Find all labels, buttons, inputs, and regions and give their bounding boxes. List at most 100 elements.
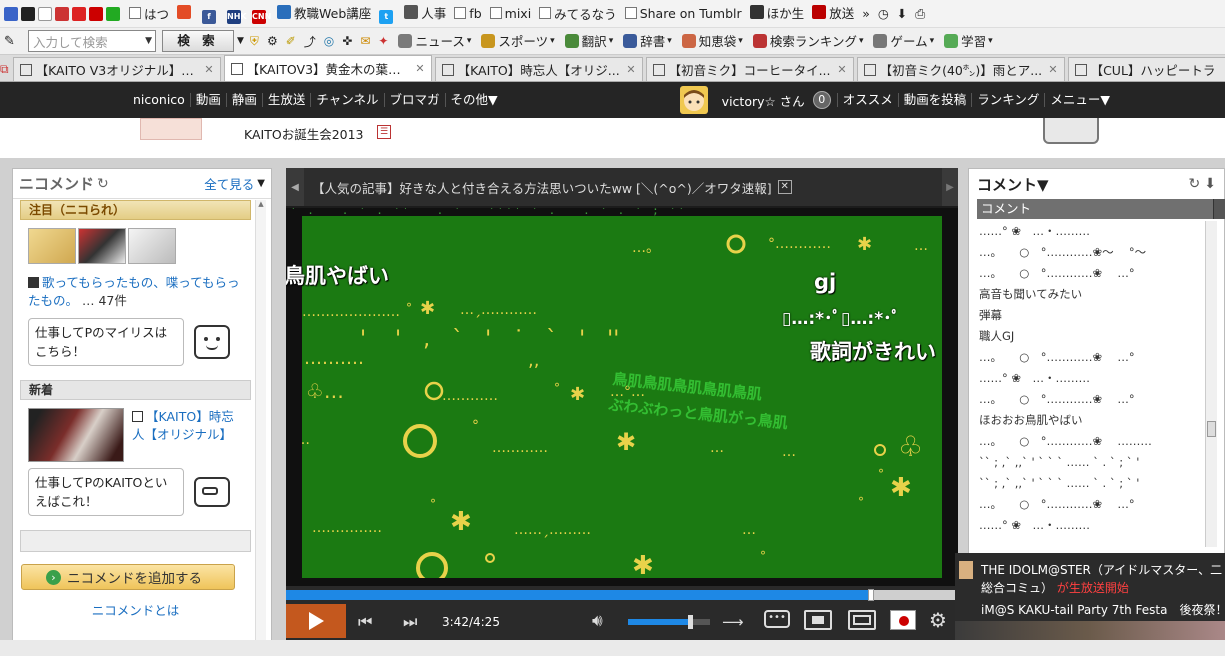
toolbar-icon[interactable]: ✜ (342, 34, 352, 48)
chevron-down-icon[interactable]: ▾ (988, 36, 993, 46)
video-thumbnail[interactable] (78, 228, 126, 264)
fullscreen-icon[interactable] (848, 610, 876, 630)
toolbar-icon[interactable]: ⤴ (304, 33, 316, 50)
toolbar-dropdown-icon[interactable]: ▼ (237, 36, 244, 46)
close-tab-icon[interactable]: ✕ (1048, 63, 1057, 76)
toolbar-menu-item[interactable]: スポーツ ▾ (481, 31, 555, 50)
pencil-icon[interactable]: ✎ (4, 34, 15, 49)
video-thumbnail[interactable] (28, 228, 76, 264)
bookmark-icon[interactable] (89, 6, 103, 21)
comment-row[interactable]: ……° ❀ …・……… (979, 515, 1209, 536)
browser-tab[interactable]: 【CUL】ハッピートラ✕ (1067, 57, 1225, 81)
toolbar-search-input[interactable]: 入力して検索 ▼ (28, 30, 156, 52)
close-tab-icon[interactable]: ✕ (415, 62, 424, 75)
bookmark-icon[interactable] (4, 6, 18, 21)
chevron-down-icon[interactable]: ▾ (609, 36, 614, 46)
loop-icon[interactable]: ⟶ (722, 613, 744, 631)
toolbar-menu-item[interactable]: 検索ランキング ▾ (752, 31, 864, 50)
flag-icon[interactable] (890, 610, 916, 630)
browser-tab[interactable]: 【初音ミク】コーヒータイ... ✕ (645, 57, 854, 81)
event-icon[interactable]: ☰ (377, 125, 391, 139)
user-name[interactable]: victory☆ さん (722, 91, 805, 110)
bookmark-item[interactable]: Share on Tumblr (624, 6, 742, 21)
header-widget[interactable] (1043, 118, 1099, 144)
bookmark-item[interactable]: 人事 (404, 3, 446, 22)
volume-icon[interactable]: 🔊︎ (592, 611, 603, 631)
toolbar-icon[interactable]: ✉ (360, 34, 370, 48)
comment-column-label[interactable]: コメント (981, 201, 1031, 216)
video-screen[interactable]: ' . ` . ' . '' ` . ' ` '''' ' . ` . ' . … (286, 208, 958, 586)
comment-toggle-icon[interactable]: ••• (764, 610, 790, 628)
comment-row[interactable]: …。 ○ °…………❀ …° (979, 263, 1209, 284)
close-icon[interactable]: ✕ (777, 180, 792, 194)
add-nicommend-button[interactable]: › ニコメンドを追加する (21, 564, 235, 590)
comment-row[interactable]: 弾幕 (979, 305, 1209, 326)
toolbar-menu-item[interactable]: ゲーム ▾ (873, 31, 934, 50)
left-scrollbar[interactable]: ▲ (255, 200, 266, 654)
toolbar-menu-item[interactable]: 学習 ▾ (944, 31, 993, 50)
close-tab-icon[interactable]: ✕ (204, 63, 213, 76)
bookmark-icon-group[interactable] (4, 6, 123, 21)
bookmark-item[interactable]: はつ (129, 4, 169, 23)
event-link[interactable]: KAITOお誕生会2013 (244, 124, 364, 143)
comment-panel-title[interactable]: コメント▼ (977, 174, 1049, 195)
browser-tab[interactable]: 【KAITOV3】黄金木の葉が... ✕ (223, 55, 432, 81)
comment-row[interactable]: ……° ❀ …・……… (979, 221, 1209, 242)
see-all-link[interactable]: 全て見る (204, 174, 254, 193)
about-nicommend-link[interactable]: ニコメンドとは (20, 600, 251, 619)
chevron-down-icon[interactable]: ▾ (930, 36, 935, 46)
bookmark-item[interactable]: CNN (252, 10, 271, 25)
bookmarks-more-icon[interactable]: » (862, 6, 870, 21)
bookmark-icon[interactable] (38, 6, 52, 21)
screen-size-icon[interactable] (804, 610, 832, 630)
nav-link[interactable]: niconico (128, 93, 190, 107)
history-icon[interactable]: ◷ (878, 6, 889, 21)
print-icon[interactable]: ⎙ (915, 6, 925, 22)
toolbar-menu-item[interactable]: 知恵袋 ▾ (681, 31, 743, 50)
skip-back-icon[interactable]: ⏮ (358, 612, 372, 632)
bookmark-icon[interactable] (21, 6, 35, 21)
close-tab-icon[interactable]: ✕ (626, 63, 635, 76)
bookmark-item[interactable]: 放送 (812, 3, 854, 22)
comment-row[interactable]: …。 ○ °…………❀ …° (979, 389, 1209, 410)
comment-row[interactable]: …。 ○ °…………❀ …° (979, 347, 1209, 368)
settings-icon[interactable]: ⚙ (929, 608, 947, 632)
browser-tab[interactable]: 【KAITO】時忘人【オリジ... ✕ (434, 57, 643, 81)
toolbar-menu-item[interactable]: 翻訳 ▾ (564, 31, 614, 50)
volume-knob[interactable] (687, 615, 693, 629)
nav-link[interactable]: チャンネル (310, 93, 383, 107)
marquee-next-icon[interactable]: ▶ (942, 168, 958, 206)
toolbar-icon[interactable]: ✦ (378, 34, 388, 48)
bookmark-item[interactable]: 教職Web講座 (277, 3, 371, 22)
bookmark-item[interactable]: みてるなう (539, 4, 617, 23)
chevron-down-icon[interactable]: ▾ (859, 36, 864, 46)
video-thumbnail[interactable] (28, 408, 124, 462)
bookmark-item[interactable]: fb (454, 6, 482, 21)
toolbar-search-button[interactable]: 検 索 (162, 30, 234, 52)
refresh-icon[interactable]: ↻ (1189, 176, 1201, 192)
volume-slider[interactable] (628, 615, 710, 629)
chevron-down-icon[interactable]: ▾ (667, 36, 672, 46)
download-icon[interactable]: ⬇ (1204, 176, 1216, 192)
close-tab-icon[interactable]: ✕ (837, 63, 846, 76)
chevron-down-icon[interactable]: ▼ (145, 36, 152, 46)
nav-link[interactable]: ブロマガ (383, 93, 445, 107)
bookmark-item[interactable] (177, 5, 194, 20)
chevron-down-icon[interactable]: ▾ (738, 36, 743, 46)
video-thumbnail[interactable] (128, 228, 176, 264)
comment-row[interactable]: …。 ○ °…………❀ ……… (979, 431, 1209, 452)
nav-link[interactable]: 静画 (225, 93, 262, 107)
bookmark-icon[interactable] (106, 6, 120, 21)
seek-knob[interactable] (868, 589, 875, 601)
browser-tab[interactable]: 【KAITO V3オリジナル】C... ✕ (12, 57, 221, 81)
comment-row[interactable]: `` ; ,` ,,` ' ` ` ` …… ` . ` ; ` ' (979, 452, 1209, 473)
toolbar-menu-item[interactable]: ニュース ▾ (398, 31, 471, 50)
nav-link[interactable]: その他▼ (444, 93, 503, 107)
toolbar-menu-item[interactable]: 辞書 ▾ (623, 31, 672, 50)
marquee-text[interactable]: 【人気の記事】好きな人と付き合える方法思いついたww [＼(^o^)／オワタ速報… (312, 178, 772, 197)
comment-scrollbar[interactable] (1205, 221, 1217, 547)
avatar[interactable] (679, 86, 708, 114)
nav-link[interactable]: ランキング (971, 93, 1044, 107)
chevron-down-icon[interactable]: ▾ (550, 36, 555, 46)
comment-row[interactable]: 高音も聞いてみたい (979, 284, 1209, 305)
